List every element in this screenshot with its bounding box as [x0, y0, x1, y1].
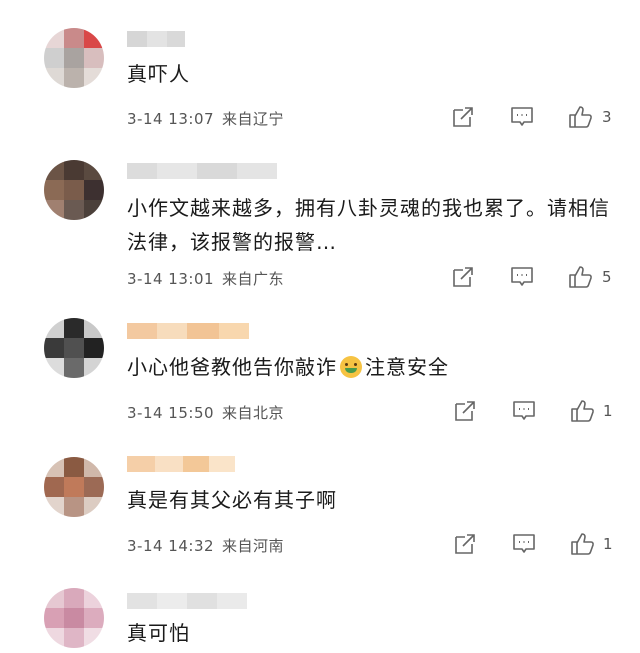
comment-meta: 3-14 13:01 来自广东 — [127, 268, 284, 289]
comment-time: 3-14 14:32 — [127, 537, 215, 555]
sick-face-emoji — [340, 356, 362, 378]
comment-text: 真可怕 — [127, 621, 190, 645]
username-blurred[interactable] — [127, 31, 185, 47]
username-blurred[interactable] — [127, 456, 235, 472]
avatar[interactable] — [44, 457, 104, 517]
avatar[interactable] — [44, 160, 104, 220]
avatar[interactable] — [44, 588, 104, 648]
comment-text: 真吓人 — [127, 62, 190, 86]
username-blurred[interactable] — [127, 323, 249, 339]
comment-meta: 3-14 13:07 来自辽宁 — [127, 108, 284, 129]
thumbs-up-icon[interactable] — [567, 264, 593, 290]
avatar[interactable] — [44, 28, 104, 88]
username-blurred[interactable] — [127, 163, 277, 179]
share-icon[interactable] — [452, 398, 478, 424]
like-count: 1 — [603, 535, 613, 553]
thumbs-up-icon[interactable] — [569, 531, 595, 557]
comment-icon[interactable] — [511, 398, 537, 424]
comment-location: 来自广东 — [222, 270, 285, 288]
share-icon[interactable] — [450, 264, 476, 290]
like-count: 3 — [602, 108, 612, 126]
thumbs-up-icon[interactable] — [569, 398, 595, 424]
comment-meta: 3-14 15:50 来自北京 — [127, 402, 284, 423]
thumbs-up-icon[interactable] — [567, 104, 593, 130]
avatar[interactable] — [44, 318, 104, 378]
comment-text-part: 注意安全 — [365, 355, 449, 379]
comment-text: 小心他爸教他告你敲诈 注意安全 — [127, 350, 617, 384]
comment-icon[interactable] — [509, 104, 535, 130]
comment-time: 3-14 13:07 — [127, 110, 215, 128]
comment-meta: 3-14 14:32 来自河南 — [127, 535, 284, 556]
share-icon[interactable] — [452, 531, 478, 557]
comment-location: 来自河南 — [222, 537, 285, 555]
comment-location: 来自辽宁 — [222, 110, 285, 128]
comment-time: 3-14 15:50 — [127, 404, 215, 422]
comment-text-part: 小心他爸教他告你敲诈 — [127, 355, 337, 379]
username-blurred[interactable] — [127, 593, 247, 609]
comment-icon[interactable] — [511, 531, 537, 557]
comment-text: 真是有其父必有其子啊 — [127, 488, 337, 512]
share-icon[interactable] — [450, 104, 476, 130]
comment-icon[interactable] — [509, 264, 535, 290]
comment-text: 小作文越来越多，拥有八卦灵魂的我也累了。请相信法律，该报警的报警… — [127, 196, 610, 254]
comment-time: 3-14 13:01 — [127, 270, 215, 288]
like-count: 1 — [603, 402, 613, 420]
like-count: 5 — [602, 268, 612, 286]
comment-location: 来自北京 — [222, 404, 285, 422]
